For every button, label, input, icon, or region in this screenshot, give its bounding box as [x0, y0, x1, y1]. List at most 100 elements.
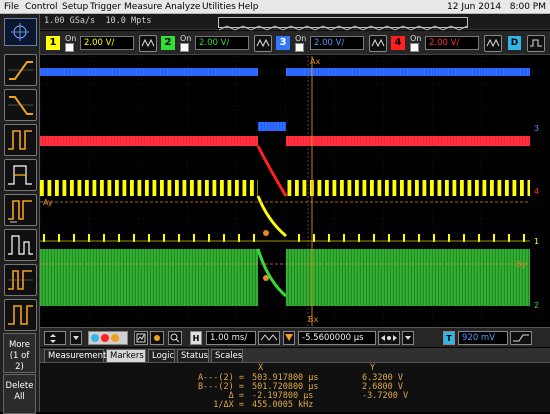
channel-4-on[interactable]: On [410, 34, 421, 52]
scope-logo-button[interactable] [4, 18, 37, 46]
runt-trigger-button[interactable] [4, 229, 37, 261]
falling-edge-trigger-button[interactable] [4, 89, 37, 121]
setup-hold-trigger-button[interactable] [4, 159, 37, 191]
cursor-a-marker [263, 230, 269, 236]
trigger-edge-button[interactable] [510, 331, 532, 345]
timebase-field[interactable]: 1.00 ms/ [206, 331, 256, 345]
channel-3-on-checkbox[interactable] [295, 43, 304, 52]
pulse-width-trigger-button[interactable] [4, 124, 37, 156]
memory-overview-bar[interactable] [218, 17, 468, 31]
chevron-down-icon [73, 336, 79, 340]
channel-2-on[interactable]: On [180, 34, 191, 52]
channel-bar: 1 On 2.00 V/ 2 On 2.00 V/ 3 On 2.00 V/ 4… [40, 31, 550, 55]
channel-2-badge[interactable]: 2 [161, 36, 175, 50]
channel-settings-icon [371, 38, 385, 48]
digital-settings-icon [530, 39, 542, 47]
channel-1-badge[interactable]: 1 [46, 36, 60, 50]
left-toolbar: More (1 of 2) Delete All [0, 14, 40, 414]
tab-markers[interactable]: Markers [106, 349, 146, 362]
channel-settings-icon [256, 38, 270, 48]
channel-3-on-label: On [295, 34, 307, 43]
delay-spinner[interactable] [378, 331, 400, 345]
probe-button[interactable] [150, 331, 164, 345]
channel-1-on-checkbox[interactable] [65, 43, 74, 52]
channel-1-pulse-train-left [40, 180, 258, 196]
delete-label: Delete [5, 381, 34, 391]
cursor-ax-label: Ax [310, 57, 320, 66]
markers-column-x: X [258, 363, 264, 373]
channel-3-settings-button[interactable] [369, 35, 387, 52]
channel-3-scale[interactable]: 2.00 V/ [310, 36, 364, 50]
digital-settings-button[interactable] [527, 35, 545, 52]
channel-4-on-checkbox[interactable] [410, 43, 419, 52]
menu-setup[interactable]: Setup [62, 0, 88, 14]
channel-1-pulse-train-right [286, 180, 530, 196]
channel-1-settings-button[interactable] [139, 35, 157, 52]
delete-all-button[interactable]: Delete All [3, 374, 36, 414]
channel-2-on-checkbox[interactable] [180, 43, 189, 52]
channel-offset-markers: 3 4 1 2 [530, 56, 550, 326]
channel-3-on[interactable]: On [295, 34, 306, 52]
menu-utilities[interactable]: Utilities [202, 0, 236, 14]
channel-3-badge[interactable]: 3 [276, 36, 290, 50]
tab-status[interactable]: Status [177, 349, 209, 362]
timeout-icon [8, 305, 33, 325]
menu-file[interactable]: File [4, 0, 19, 14]
waveform-display[interactable]: Ax Ay Bx By [40, 56, 530, 326]
cursor-ay-label: Ay [43, 198, 53, 207]
zoom-button[interactable] [168, 331, 182, 345]
channel-4-marker[interactable]: 4 [534, 187, 539, 196]
delay-reference-button[interactable] [283, 331, 295, 345]
tab-measurements[interactable]: Measurements [44, 349, 111, 362]
acquisition-info-bar: 1.00 GSa/s 10.0 Mpts [40, 14, 550, 31]
autoscale-button[interactable] [134, 331, 148, 345]
menu-trigger[interactable]: Trigger [90, 0, 121, 14]
control-bar: H 1.00 ms/ -5.5600000 μs T 920 mV [40, 327, 550, 347]
memory-depth: 10.0 Mpts [105, 16, 152, 26]
menu-help[interactable]: Help [238, 0, 259, 14]
channel-settings-icon [141, 38, 155, 48]
more-button[interactable]: More (1 of 2) [3, 333, 36, 373]
cursor-b-marker [263, 275, 269, 281]
channel-1-scale[interactable]: 2.00 V/ [80, 36, 134, 50]
scroll-down-button[interactable] [70, 331, 82, 345]
vertical-position-spinner[interactable] [44, 331, 66, 345]
pattern-trigger-button[interactable] [4, 264, 37, 296]
digital-channels-badge[interactable]: D [508, 36, 521, 50]
time: 8:00 PM [509, 2, 546, 12]
channel-4-badge[interactable]: 4 [391, 36, 405, 50]
marker-color-selector[interactable] [88, 331, 128, 345]
marker-inverse-delta-x: 455.0005 kHz [252, 400, 314, 410]
menu-control[interactable]: Control [25, 0, 58, 14]
channel-2-scale[interactable]: 2.00 V/ [195, 36, 249, 50]
delay-menu-button[interactable] [402, 331, 414, 345]
channel-2-marker[interactable]: 2 [534, 301, 539, 310]
trigger-edge-icon [513, 334, 529, 342]
channel-3-marker[interactable]: 3 [534, 124, 539, 133]
tab-scales[interactable]: Scales [211, 349, 243, 362]
date-time: 12 Jun 2014 8:00 PM [447, 0, 546, 14]
channel-2-settings-button[interactable] [254, 35, 272, 52]
glitch-trigger-button[interactable] [4, 194, 37, 226]
channel-1-marker[interactable]: 1 [534, 237, 539, 246]
autoscale-icon [136, 333, 146, 343]
rising-edge-trigger-button[interactable] [4, 54, 37, 86]
delay-spinner-icon [381, 335, 397, 341]
glitch-icon [8, 200, 32, 223]
channel-settings-icon [486, 38, 500, 48]
trigger-level-field[interactable]: 920 mV [458, 331, 508, 345]
menu-measure[interactable]: Measure [124, 0, 162, 14]
tab-logic[interactable]: Logic [148, 349, 175, 362]
tab-bar: Measurements Markers Logic Status Scales [40, 348, 550, 362]
menu-analyze[interactable]: Analyze [165, 0, 200, 14]
channel-1-on[interactable]: On [65, 34, 76, 52]
cursor-by-label: By [516, 260, 526, 269]
zoom-icon [170, 333, 180, 343]
timebase-adjust-button[interactable] [258, 331, 280, 345]
delay-field[interactable]: -5.5600000 μs [298, 331, 376, 345]
timeout-trigger-button[interactable] [4, 299, 37, 331]
channel-3-dip [258, 122, 286, 131]
channel-4-scale[interactable]: 2.00 V/ [425, 36, 479, 50]
channel-4-settings-button[interactable] [484, 35, 502, 52]
delay-reference-icon [285, 334, 293, 341]
